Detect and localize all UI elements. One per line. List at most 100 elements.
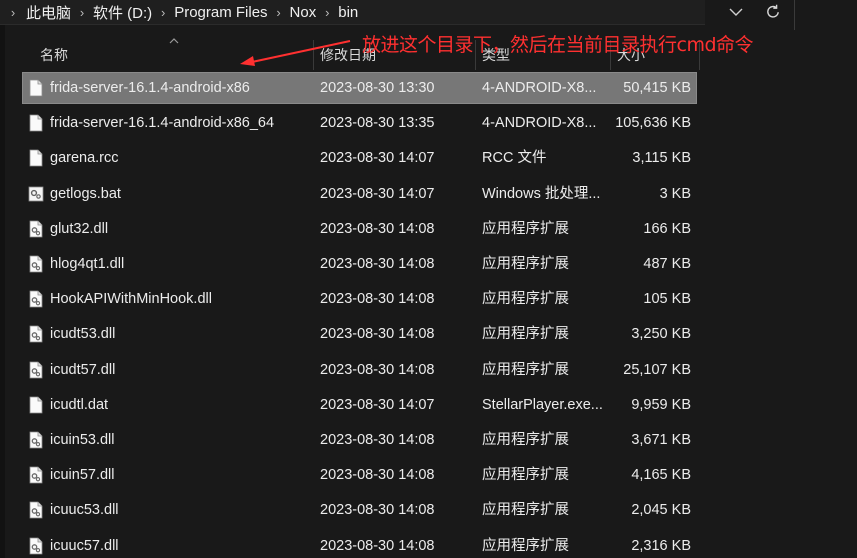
breadcrumb-program-files[interactable]: Program Files: [174, 4, 267, 21]
file-modified-date: 2023-08-30 14:08: [320, 502, 435, 519]
dll-file-icon: [28, 325, 44, 343]
dll-file-icon: [28, 537, 44, 555]
file-type: 应用程序扩展: [482, 326, 569, 343]
file-row[interactable]: garena.rcc 2023-08-30 14:07 RCC 文件 3,115 KB: [23, 143, 696, 173]
file-row[interactable]: icuin57.dll 2023-08-30 14:08 应用程序扩展 4,165 K…: [23, 460, 696, 490]
file-type: 应用程序扩展: [482, 220, 569, 237]
file-modified-date: 2023-08-30 14:07: [320, 150, 435, 167]
dll-file-icon: [28, 220, 44, 238]
file-name: garena.rcc: [50, 150, 119, 167]
file-size: 50,415 KB: [623, 80, 691, 96]
file-size: 3 KB: [659, 185, 691, 202]
dll-file-icon: [28, 361, 44, 379]
file-explorer-window: › 此电脑 › 软件 (D:) › Program Files › Nox › …: [0, 0, 857, 558]
file-name: icuuc57.dll: [50, 537, 119, 554]
file-modified-date: 2023-08-30 13:30: [320, 80, 435, 96]
file-size: 3,250 KB: [631, 326, 691, 343]
column-divider[interactable]: [313, 40, 314, 70]
file-modified-date: 2023-08-30 14:08: [320, 537, 435, 554]
file-name: icudt53.dll: [50, 326, 116, 343]
file-size: 4,165 KB: [631, 467, 691, 484]
file-modified-date: 2023-08-30 14:08: [320, 256, 435, 272]
file-modified-date: 2023-08-30 14:07: [320, 396, 435, 413]
dll-file-icon: [28, 501, 44, 519]
dll-file-icon: [28, 431, 44, 449]
file-type: StellarPlayer.exe...: [482, 396, 603, 413]
breadcrumb-bin[interactable]: bin: [338, 4, 358, 21]
file-size: 166 KB: [643, 220, 691, 237]
refresh-icon: [767, 4, 779, 18]
dll-file-icon: [28, 466, 44, 484]
file-type: 应用程序扩展: [482, 502, 569, 519]
blank-file-icon: [28, 114, 44, 132]
breadcrumb: › 此电脑 › 软件 (D:) › Program Files › Nox › …: [0, 0, 358, 24]
file-type: 4-ANDROID-X8...: [482, 115, 597, 132]
file-name: icuin53.dll: [50, 432, 115, 448]
file-name: frida-server-16.1.4-android-x86_64: [50, 115, 275, 132]
breadcrumb-this-pc[interactable]: 此电脑: [26, 2, 71, 23]
file-modified-date: 2023-08-30 14:08: [320, 467, 435, 484]
file-type: 应用程序扩展: [482, 291, 569, 308]
blank-file-icon: [28, 396, 44, 414]
file-row[interactable]: hlog4qt1.dll 2023-08-30 14:08 应用程序扩展 487 KB: [23, 249, 696, 279]
file-modified-date: 2023-08-30 14:08: [320, 220, 435, 237]
refresh-button[interactable]: [758, 0, 788, 24]
file-size: 105 KB: [643, 291, 691, 308]
file-size: 25,107 KB: [623, 361, 691, 378]
file-row[interactable]: icuuc57.dll 2023-08-30 14:08 应用程序扩展 2,316 K…: [23, 531, 696, 558]
file-row[interactable]: glut32.dll 2023-08-30 14:08 应用程序扩展 166 KB: [23, 214, 696, 244]
file-name: glut32.dll: [50, 220, 109, 237]
file-name: icudtl.dat: [50, 396, 109, 413]
file-row[interactable]: icudt53.dll 2023-08-30 14:08 应用程序扩展 3,250 K…: [23, 319, 696, 349]
file-list: frida-server-16.1.4-android-x86 2023-08-3…: [0, 70, 857, 558]
file-size: 2,045 KB: [631, 502, 691, 519]
file-row[interactable]: icudtl.dat 2023-08-30 14:07 StellarPlayer.…: [23, 390, 696, 420]
file-row[interactable]: HookAPIWithMinHook.dll 2023-08-30 14:08 应用…: [23, 284, 696, 314]
chevron-right-icon[interactable]: ›: [78, 5, 86, 20]
file-row[interactable]: icuuc53.dll 2023-08-30 14:08 应用程序扩展 2,045 K…: [23, 495, 696, 525]
dll-file-icon: [28, 290, 44, 308]
file-modified-date: 2023-08-30 14:08: [320, 291, 435, 308]
file-modified-date: 2023-08-30 14:08: [320, 326, 435, 343]
file-modified-date: 2023-08-30 14:08: [320, 361, 435, 378]
file-type: RCC 文件: [482, 150, 547, 167]
dll-file-icon: [28, 255, 44, 273]
file-modified-date: 2023-08-30 14:07: [320, 185, 435, 202]
file-name: hlog4qt1.dll: [50, 256, 125, 272]
file-size: 9,959 KB: [631, 396, 691, 413]
file-row[interactable]: frida-server-16.1.4-android-x86 2023-08-3…: [22, 72, 697, 104]
chevron-down-icon: [729, 8, 743, 16]
file-type: 4-ANDROID-X8...: [482, 80, 597, 96]
file-row[interactable]: icudt57.dll 2023-08-30 14:08 应用程序扩展 25,107 …: [23, 355, 696, 385]
file-type: 应用程序扩展: [482, 537, 569, 554]
address-history-dropdown[interactable]: [722, 0, 750, 24]
file-name: getlogs.bat: [50, 185, 121, 202]
batch-file-icon: [28, 185, 44, 203]
chevron-right-icon[interactable]: ›: [9, 5, 17, 20]
blank-file-icon: [28, 79, 44, 97]
chevron-right-icon[interactable]: ›: [275, 5, 283, 20]
chevron-right-icon[interactable]: ›: [323, 5, 331, 20]
breadcrumb-nox[interactable]: Nox: [290, 4, 317, 21]
chevron-right-icon[interactable]: ›: [159, 5, 167, 20]
address-bar[interactable]: › 此电脑 › 软件 (D:) › Program Files › Nox › …: [0, 0, 743, 25]
file-row[interactable]: frida-server-16.1.4-android-x86_64 2023-0…: [23, 108, 696, 138]
annotation-text: 放进这个目录下，然后在当前目录执行cmd命令: [362, 34, 754, 56]
file-name: frida-server-16.1.4-android-x86: [50, 80, 250, 96]
file-modified-date: 2023-08-30 13:35: [320, 115, 435, 132]
file-size: 487 KB: [643, 256, 691, 272]
sort-ascending-icon: [169, 38, 179, 44]
file-size: 105,636 KB: [615, 115, 691, 132]
file-row[interactable]: icuin53.dll 2023-08-30 14:08 应用程序扩展 3,671 K…: [23, 425, 696, 455]
file-type: 应用程序扩展: [482, 432, 569, 448]
column-header-name[interactable]: 名称: [40, 36, 68, 70]
file-row[interactable]: getlogs.bat 2023-08-30 14:07 Windows 批处理..…: [23, 179, 696, 209]
file-size: 3,115 KB: [632, 150, 691, 167]
file-name: icuuc53.dll: [50, 502, 119, 519]
address-search-divider: [794, 0, 795, 30]
file-type: 应用程序扩展: [482, 361, 569, 378]
file-type: Windows 批处理...: [482, 185, 601, 202]
file-name: icudt57.dll: [50, 361, 116, 378]
breadcrumb-drive-d[interactable]: 软件 (D:): [93, 2, 152, 23]
file-type: 应用程序扩展: [482, 467, 569, 484]
